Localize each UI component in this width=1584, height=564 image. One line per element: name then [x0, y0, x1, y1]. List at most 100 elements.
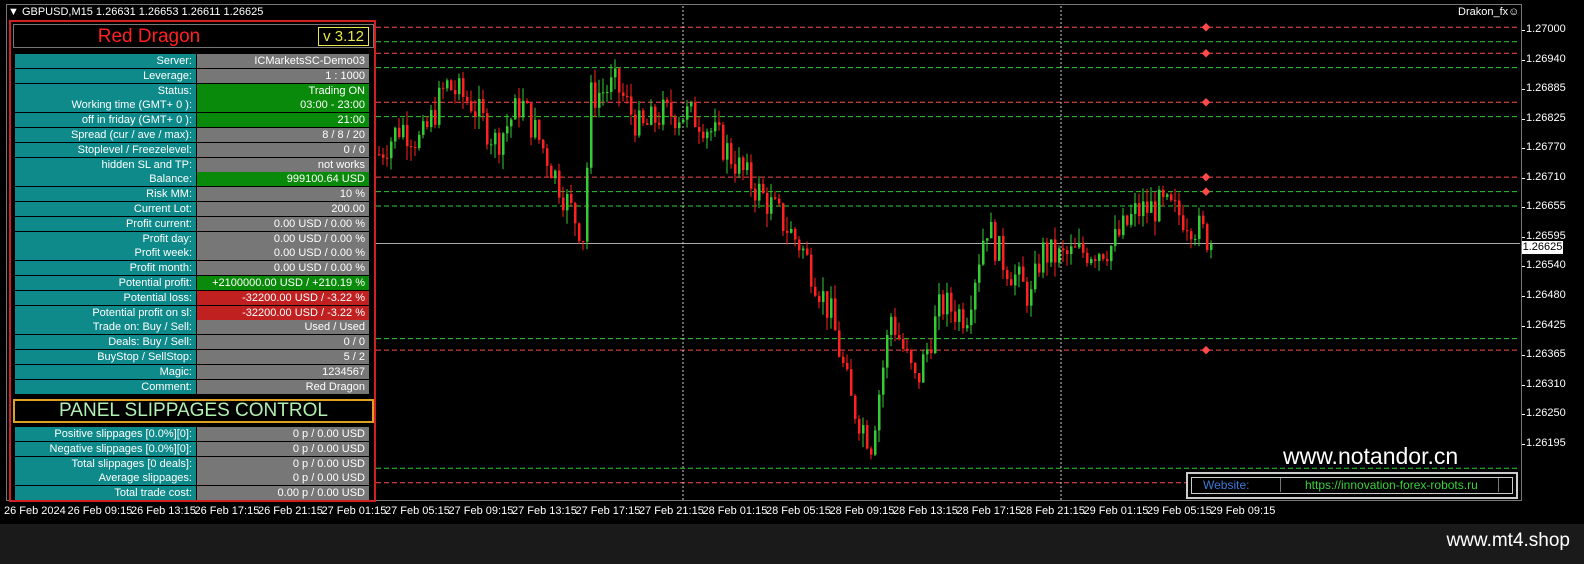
candle-body — [870, 448, 873, 455]
panel-row: Working time (GMT+ 0 ): 03:00 - 23:00 — [15, 98, 369, 113]
order-marker[interactable] — [1201, 345, 1211, 355]
indicator-name-text: Drakon_fx — [1458, 6, 1509, 18]
candle-body — [550, 165, 553, 179]
candle-body — [1082, 242, 1085, 253]
panel-row: Profit month: 0.00 USD / 0.00 % — [15, 261, 369, 276]
row-value: Used / Used — [197, 320, 369, 335]
time-tick: 27 Feb 13:15 — [512, 505, 577, 517]
panel-row: Server: ICMarketsSC-Demo03 — [15, 54, 369, 69]
candle-body — [1030, 289, 1033, 306]
candle-body — [1122, 215, 1125, 236]
order-marker[interactable] — [1201, 172, 1211, 182]
candle-body — [1010, 279, 1013, 286]
price-tick: 1.26365 — [1522, 348, 1566, 361]
panel-title: Red Dragon — [97, 26, 201, 47]
website-link[interactable]: https://innovation-forex-robots.ru — [1305, 478, 1478, 492]
candle-body — [650, 106, 653, 125]
candle-body — [1086, 252, 1089, 264]
price-tick: 1.26940 — [1522, 52, 1566, 65]
candle-body — [854, 395, 857, 419]
candle-body — [874, 430, 877, 455]
candle-body — [442, 87, 445, 89]
candle-body — [686, 106, 689, 120]
current-price-label: 1.26625 — [1522, 241, 1563, 254]
candle-body — [562, 197, 565, 211]
order-marker[interactable] — [1201, 48, 1211, 58]
order-marker[interactable] — [1201, 187, 1211, 196]
slippage-panel-title: PANEL SLIPPAGES CONTROL — [13, 399, 374, 423]
candle-body — [478, 98, 481, 117]
panel-row: Profit week: 0.00 USD / 0.00 % — [15, 246, 369, 261]
time-axis[interactable]: 26 Feb 2024 26 Feb 09:15 26 Feb 13:15 26 Fe… — [0, 503, 1522, 521]
time-tick: 26 Feb 17:15 — [194, 505, 260, 517]
candle-body — [618, 68, 621, 93]
candle-body — [670, 102, 673, 117]
candle-body — [466, 96, 469, 102]
candle-body — [922, 354, 925, 383]
candle-body — [1002, 236, 1005, 271]
row-value: 0.00 USD / 0.00 % — [197, 246, 369, 261]
time-tick: 26 Feb 21:15 — [258, 505, 323, 517]
candle-body — [1186, 230, 1189, 232]
candle-body — [886, 334, 889, 368]
panel-row: Magic: 1234567 — [15, 364, 369, 380]
row-value: 21:00 — [197, 113, 369, 128]
candle-body — [1146, 201, 1149, 213]
candle-body — [938, 294, 941, 317]
order-marker[interactable] — [1201, 97, 1211, 107]
candle-body — [1078, 242, 1081, 248]
candle-body — [674, 116, 677, 129]
row-label: Total trade cost: — [15, 486, 196, 501]
candle-body — [1206, 224, 1209, 250]
order-marker[interactable] — [1201, 23, 1211, 32]
panel-row: BuyStop / SellStop: 5 / 2 — [15, 349, 369, 365]
time-tick: 28 Feb 09:15 — [829, 505, 895, 517]
candle-body — [634, 114, 637, 136]
candle-body — [1006, 270, 1009, 280]
candle-body — [994, 222, 997, 261]
row-label: Potential profit: — [15, 275, 196, 290]
candle-body — [602, 92, 605, 94]
row-label: Profit current: — [15, 216, 196, 231]
panel-row: Negative slippages [0.0%][0]: 0 p / 0.00 … — [15, 441, 369, 457]
candle-body — [718, 122, 721, 125]
panel-row: Comment: Red Dragon — [15, 379, 369, 395]
candle-body — [862, 425, 865, 434]
row-label: Potential profit on sl: — [15, 305, 196, 320]
candle-body — [622, 92, 625, 96]
panel-row: Positive slippages [0.0%][0]: 0 p / 0.00 … — [15, 427, 369, 442]
candle-body — [462, 78, 465, 97]
candle-body — [814, 286, 817, 296]
candle-body — [910, 350, 913, 363]
candle-body — [1174, 200, 1177, 202]
row-label: Deals: Buy / Sell: — [15, 335, 196, 350]
candle-body — [714, 122, 717, 132]
candle-body — [802, 248, 805, 251]
candle-body — [786, 231, 789, 233]
row-value: 0.00 USD / 0.00 % — [197, 261, 369, 276]
panel-row: Total trade cost: 0.00 p / 0.00 USD — [15, 486, 369, 501]
time-tick: 27 Feb 17:15 — [575, 505, 641, 517]
row-value: not works — [197, 157, 369, 172]
row-value: 0.00 p / 0.00 USD — [197, 486, 369, 501]
candle-body — [502, 133, 505, 155]
candle-body — [902, 339, 905, 349]
candle-body — [1062, 248, 1065, 251]
candle-body — [682, 119, 685, 123]
candle-body — [378, 154, 381, 156]
candle-body — [930, 349, 933, 353]
divider — [1280, 478, 1281, 492]
candle-body — [594, 82, 597, 108]
candle-body — [546, 148, 549, 166]
candle-body — [486, 113, 489, 145]
row-value: 8 / 8 / 20 — [197, 127, 369, 142]
row-value: 0 p / 0.00 USD — [197, 427, 369, 441]
candle-body — [882, 367, 885, 395]
symbol-header: ▼ GBPUSD,M15 1.26631 1.26653 1.26611 1.2… — [8, 6, 264, 18]
candle-body — [1042, 242, 1045, 273]
candle-body — [846, 362, 849, 370]
row-value: 03:00 - 23:00 — [197, 98, 369, 113]
indicator-label: Drakon_fx☺ — [1458, 6, 1519, 18]
candle-body — [418, 134, 421, 149]
candle-body — [530, 103, 533, 138]
